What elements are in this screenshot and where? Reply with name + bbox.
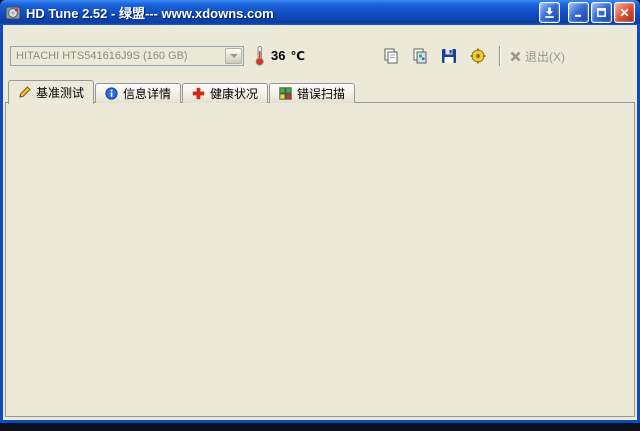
toolbar: 退出(X) — [378, 44, 565, 68]
titlebar-buttons — [539, 2, 635, 23]
tab-health[interactable]: 健康状况 — [182, 83, 269, 103]
chevron-down-icon — [225, 48, 242, 64]
exit-button[interactable]: 退出(X) — [509, 48, 565, 65]
tab-error-scan[interactable]: 错误扫描 — [269, 83, 356, 103]
close-icon[interactable] — [614, 2, 635, 23]
hdtune-window: HD Tune 2.52 - 绿盟--- www.xdowns.com HITA… — [0, 0, 640, 423]
tab-label: 错误扫描 — [297, 87, 346, 101]
tab-label: 信息详情 — [123, 87, 172, 101]
maximize-icon[interactable] — [591, 2, 612, 23]
tab-label: 健康状况 — [210, 87, 259, 101]
pen-icon — [18, 86, 31, 99]
window-title: HD Tune 2.52 - 绿盟--- www.xdowns.com — [26, 6, 274, 21]
toolbar-separator — [499, 46, 501, 66]
app-icon — [5, 5, 21, 21]
tab-info[interactable]: 信息详情 — [95, 83, 182, 103]
temperature-unit: ℃ — [290, 48, 305, 63]
tab-bar: 基准测试 信息详情 健康状况 错误扫描 — [8, 80, 356, 104]
tab-label: 基准测试 — [36, 86, 85, 100]
drive-select[interactable]: HITACHI HTS541616J9S (160 GB) — [10, 46, 244, 66]
copy-text-icon[interactable] — [378, 44, 404, 68]
options-icon[interactable] — [465, 44, 491, 68]
download-icon[interactable] — [539, 2, 560, 23]
health-cross-icon — [192, 87, 205, 100]
info-icon — [105, 87, 118, 100]
exit-label: 退出(X) — [525, 49, 565, 64]
screenshot-root: { "window": { "title": "HD Tune 2.52 - 绿… — [0, 0, 640, 431]
thermometer-icon — [253, 45, 266, 66]
temperature-value: 36 — [271, 48, 286, 63]
drive-select-value: HITACHI HTS541616J9S (160 GB) — [16, 50, 188, 62]
temperature-indicator: 36 ℃ — [253, 45, 305, 66]
bottom-strip — [0, 423, 640, 431]
scan-grid-icon — [279, 87, 292, 100]
save-icon[interactable] — [436, 44, 462, 68]
exit-x-icon — [509, 50, 522, 63]
titlebar: HD Tune 2.52 - 绿盟--- www.xdowns.com — [0, 0, 640, 25]
tab-benchmark[interactable]: 基准测试 — [8, 80, 95, 104]
benchmark-tab-page — [5, 102, 635, 417]
minimize-icon[interactable] — [568, 2, 589, 23]
copy-image-icon[interactable] — [407, 44, 433, 68]
